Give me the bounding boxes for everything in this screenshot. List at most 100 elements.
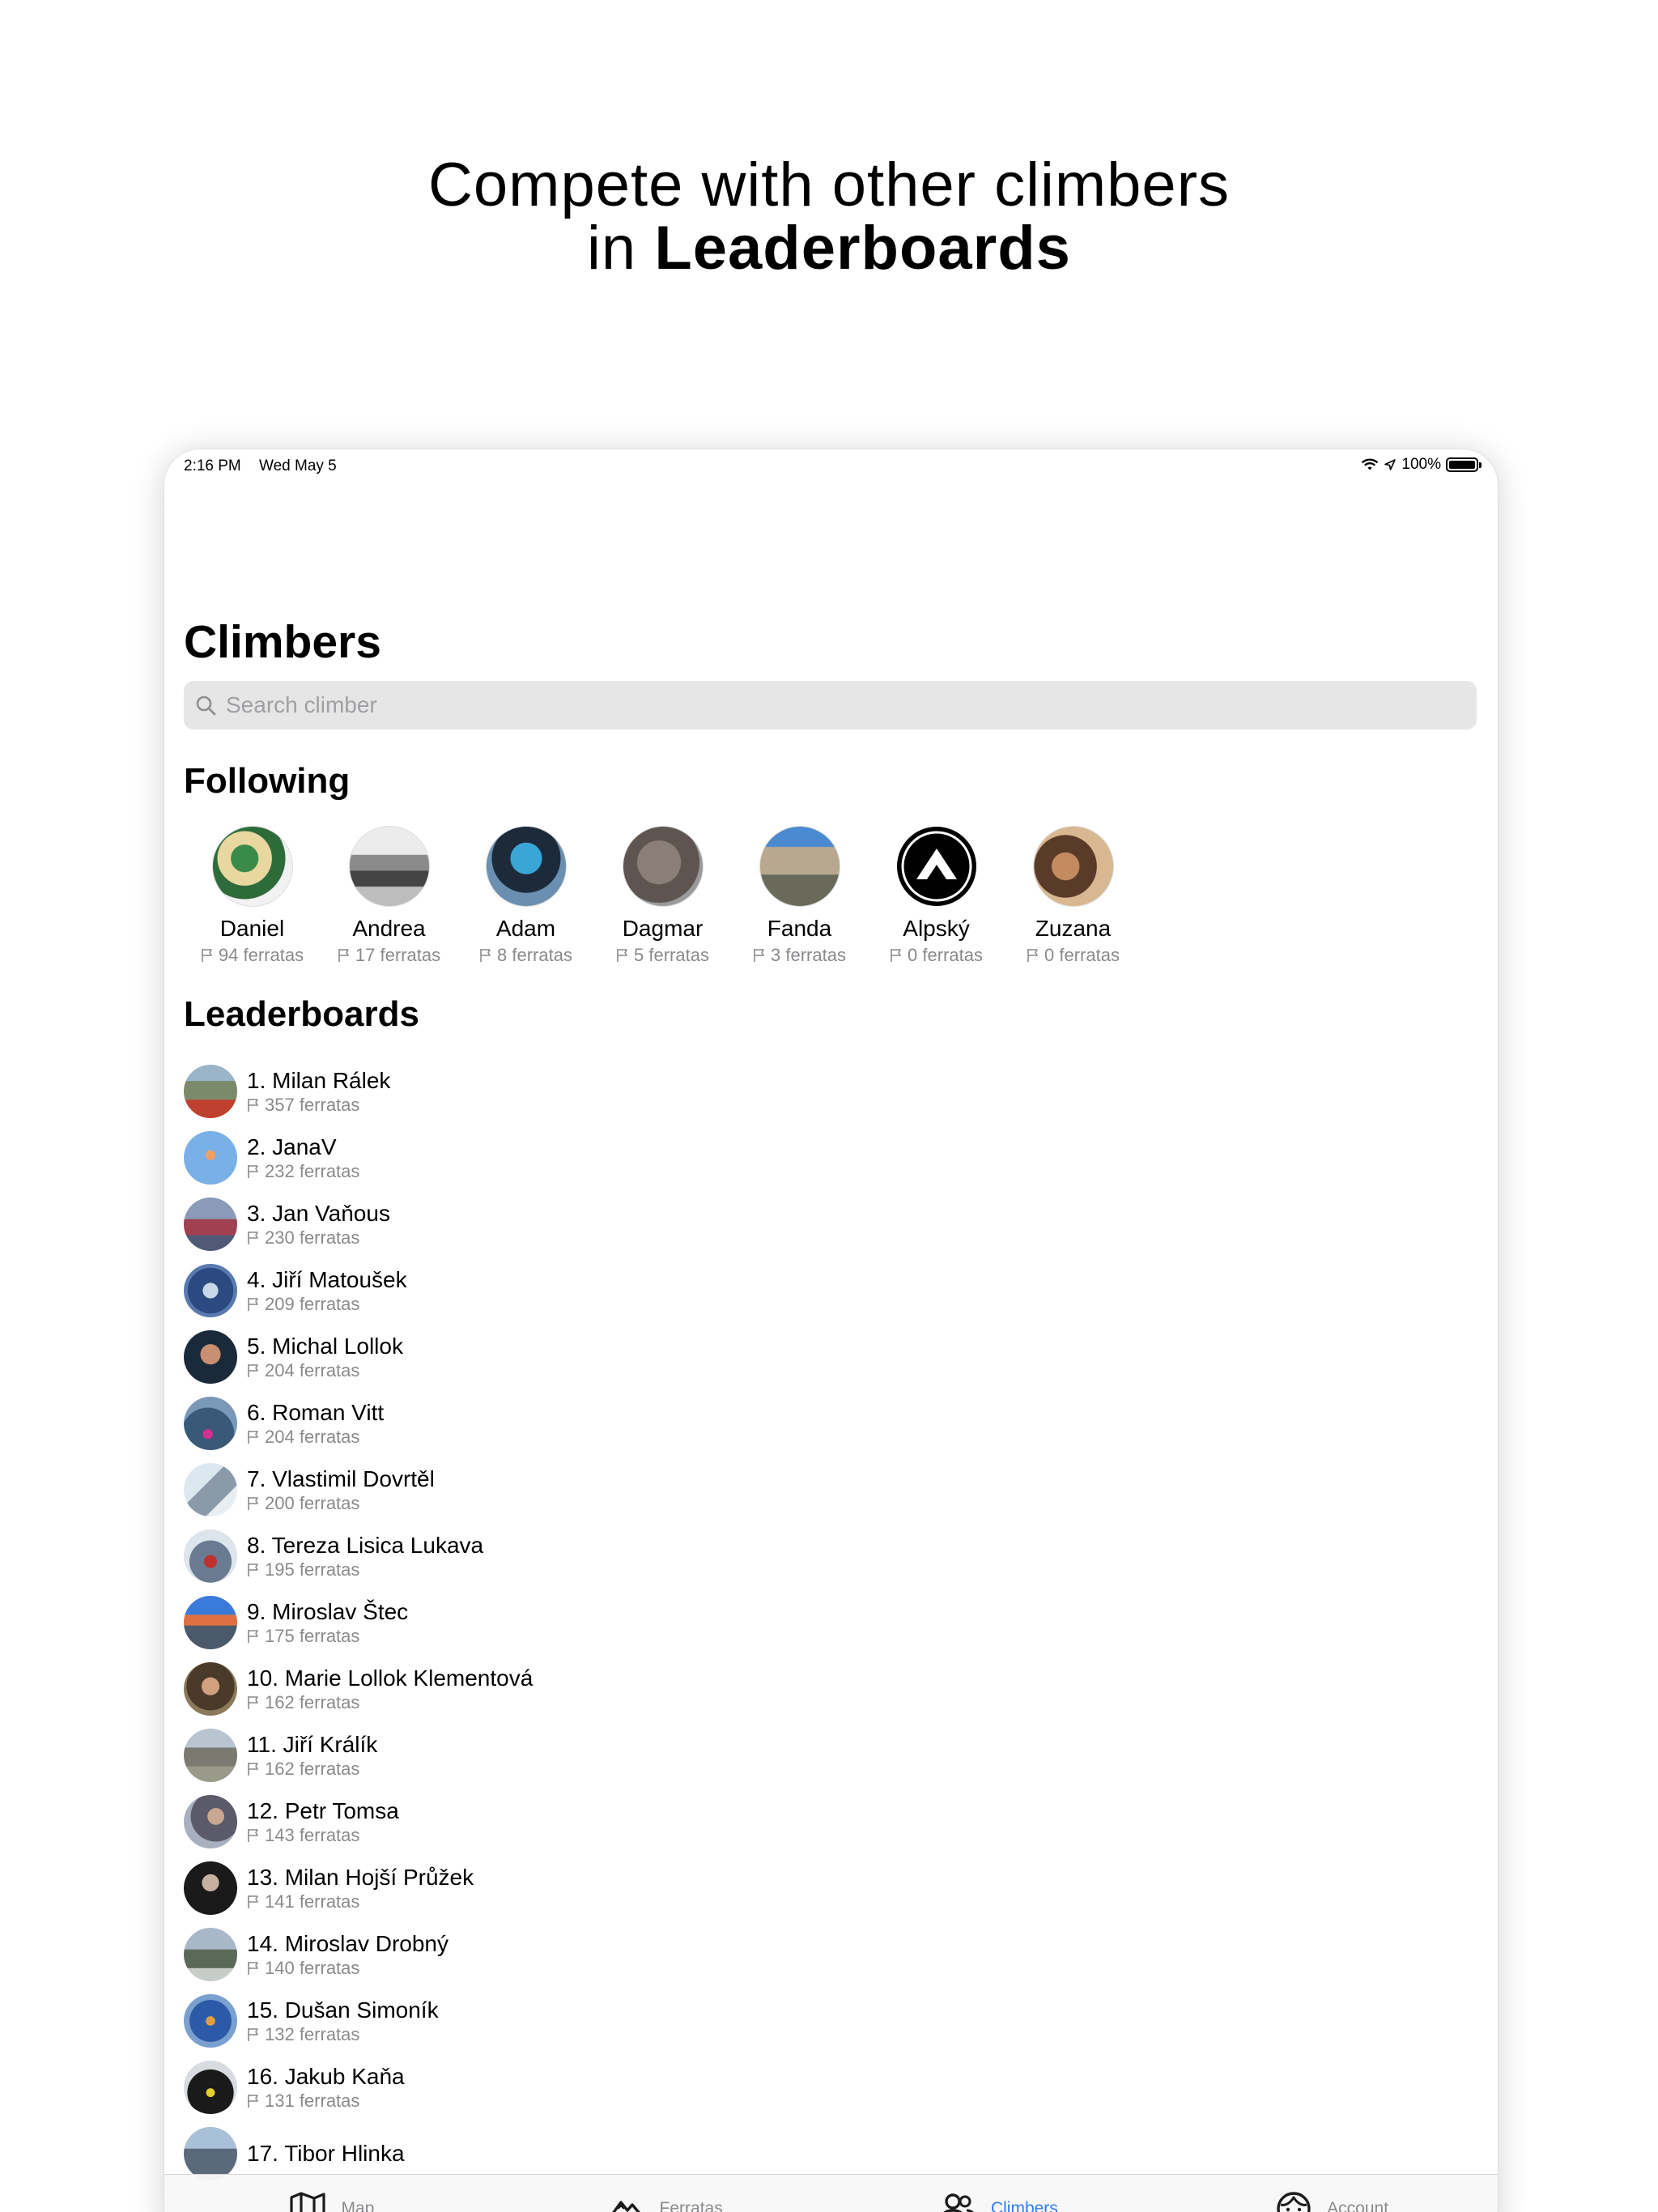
battery-icon xyxy=(1446,457,1482,472)
avatar xyxy=(759,826,840,907)
leaderboard-row[interactable]: 3. Jan Vaňous 230 ferratas xyxy=(184,1191,1477,1257)
climber-count: 357 ferratas xyxy=(247,1095,390,1116)
climber-name: 11. Jiří Králík xyxy=(247,1731,378,1757)
flag-icon xyxy=(248,1961,258,1975)
avatar xyxy=(184,1529,237,1583)
leaderboard-row[interactable]: 7. Vlastimil Dovrtěl 200 ferratas xyxy=(184,1457,1477,1523)
tab-climbers[interactable]: Climbers xyxy=(831,2175,1165,2212)
leaderboard-row[interactable]: 11. Jiří Králík 162 ferratas xyxy=(184,1722,1477,1789)
leaderboard-row[interactable]: 6. Roman Vitt 204 ferratas xyxy=(184,1390,1477,1457)
tab-bar: Map Ferratas Climbers Account xyxy=(164,2174,1498,2212)
climber-name: 17. Tibor Hlinka xyxy=(247,2141,405,2166)
following-count: 8 ferratas xyxy=(479,945,572,966)
following-item[interactable]: Andrea 17 ferratas xyxy=(321,826,457,966)
following-item[interactable]: Dagmar 5 ferratas xyxy=(594,826,731,966)
following-item[interactable]: Alpský 0 ferratas xyxy=(868,826,1005,966)
flag-icon xyxy=(248,1496,258,1510)
face-icon xyxy=(1277,2191,1311,2212)
climber-count: 162 ferratas xyxy=(247,1759,377,1780)
following-name: Fanda xyxy=(767,916,832,941)
following-item[interactable]: Adam 8 ferratas xyxy=(457,826,594,966)
climber-count: 141 ferratas xyxy=(247,1891,474,1912)
following-name: Zuzana xyxy=(1035,916,1112,941)
following-count: 94 ferratas xyxy=(201,945,304,966)
following-count: 3 ferratas xyxy=(753,945,846,966)
climber-count: 204 ferratas xyxy=(247,1427,384,1448)
flag-icon xyxy=(617,949,627,962)
battery-percent: 100% xyxy=(1401,456,1441,473)
avatar xyxy=(184,1596,237,1649)
avatar xyxy=(184,1065,237,1118)
avatar xyxy=(184,1330,237,1384)
flag-icon xyxy=(248,1629,258,1643)
leaderboard-row[interactable]: 13. Milan Hojší Průžek 141 ferratas xyxy=(184,1855,1477,1921)
wifi-icon xyxy=(1362,458,1379,470)
avatar xyxy=(485,826,567,907)
leaderboard-row[interactable]: 15. Dušan Simoník 132 ferratas xyxy=(184,1988,1477,2054)
tab-ferratas[interactable]: Ferratas xyxy=(498,2175,831,2212)
leaderboard-row[interactable]: 16. Jakub Kaňa 131 ferratas xyxy=(184,2054,1477,2121)
climber-count: 140 ferratas xyxy=(247,1958,449,1979)
avatar xyxy=(184,1197,237,1251)
tab-label: Account xyxy=(1327,2198,1389,2212)
following-item[interactable]: Daniel 94 ferratas xyxy=(184,826,321,966)
search-bar[interactable] xyxy=(184,681,1477,730)
climber-name: 4. Jiří Matoušek xyxy=(247,1266,407,1292)
flag-icon xyxy=(248,1098,258,1112)
flag-icon xyxy=(248,2094,258,2108)
avatar xyxy=(184,1928,237,1981)
following-name: Adam xyxy=(495,916,556,941)
flag-icon xyxy=(1027,949,1038,962)
leaderboard-row[interactable]: 5. Michal Lollok 204 ferratas xyxy=(184,1324,1477,1390)
tab-account[interactable]: Account xyxy=(1164,2175,1498,2212)
leaderboard-row[interactable]: 8. Tereza Lisica Lukava 195 ferratas xyxy=(184,1523,1477,1589)
climber-count: 200 ferratas xyxy=(247,1493,435,1514)
leaderboards-title: Leaderboards xyxy=(184,994,419,1034)
headline-line-1: Compete with other climbers xyxy=(427,151,1231,219)
climber-name: 10. Marie Lollok Klementová xyxy=(247,1665,534,1691)
climber-name: 15. Dušan Simoník xyxy=(247,1997,439,2023)
avatar xyxy=(184,1131,237,1185)
following-list: Daniel 94 ferratas Andrea 17 ferratas Ad… xyxy=(184,826,1141,966)
people-icon xyxy=(942,2193,975,2212)
leaderboard-row[interactable]: 1. Milan Rálek 357 ferratas xyxy=(184,1058,1477,1125)
leaderboard-row[interactable]: 14. Miroslav Drobný 140 ferratas xyxy=(184,1921,1477,1988)
following-name: Alpský xyxy=(903,916,970,941)
flag-icon xyxy=(248,1828,258,1842)
leaderboard-row[interactable]: 9. Miroslav Štec 175 ferratas xyxy=(184,1589,1477,1656)
climber-name: 3. Jan Vaňous xyxy=(247,1200,390,1226)
search-input[interactable] xyxy=(226,692,1440,718)
tab-map[interactable]: Map xyxy=(164,2175,498,2212)
flag-icon xyxy=(248,2027,258,2041)
search-icon xyxy=(196,696,216,716)
alpsky-logo-icon xyxy=(896,827,976,906)
following-count: 0 ferratas xyxy=(890,945,983,966)
avatar xyxy=(184,1994,237,2048)
leaderboard-row[interactable]: 10. Marie Lollok Klementová 162 ferratas xyxy=(184,1656,1477,1722)
climber-count: 162 ferratas xyxy=(247,1692,533,1713)
avatar xyxy=(184,2127,237,2180)
following-count: 0 ferratas xyxy=(1027,945,1120,966)
tab-label: Climbers xyxy=(990,2198,1058,2212)
climber-name: 1. Milan Rálek xyxy=(247,1067,391,1093)
following-name: Andrea xyxy=(352,916,426,941)
following-item[interactable]: Fanda 3 ferratas xyxy=(731,826,868,966)
leaderboard-row[interactable]: 12. Petr Tomsa 143 ferratas xyxy=(184,1789,1477,1855)
avatar xyxy=(622,826,704,907)
headline-bold: Leaderboards xyxy=(654,214,1071,283)
status-bar: 2:16 PM Wed May 5 100% xyxy=(164,449,1498,482)
leaderboard-row[interactable]: 4. Jiří Matoušek 209 ferratas xyxy=(184,1257,1477,1324)
flag-icon xyxy=(480,949,491,962)
climber-count: 195 ferratas xyxy=(247,1559,483,1580)
leaderboard-row[interactable]: 2. JanaV 232 ferratas xyxy=(184,1125,1477,1191)
avatar xyxy=(211,826,293,907)
flag-icon xyxy=(891,949,901,962)
flag-icon xyxy=(248,1430,258,1444)
status-time: 2:16 PM xyxy=(184,457,241,474)
avatar xyxy=(1032,826,1114,907)
following-item[interactable]: Zuzana 0 ferratas xyxy=(1005,826,1141,966)
ipad-screen: 2:16 PM Wed May 5 100% Climbers Followin… xyxy=(164,449,1498,2212)
leaderboard-list: 1. Milan Rálek 357 ferratas 2. JanaV 232 f… xyxy=(184,1058,1477,2187)
flag-icon xyxy=(248,1563,258,1576)
climber-name: 12. Petr Tomsa xyxy=(247,1797,399,1823)
